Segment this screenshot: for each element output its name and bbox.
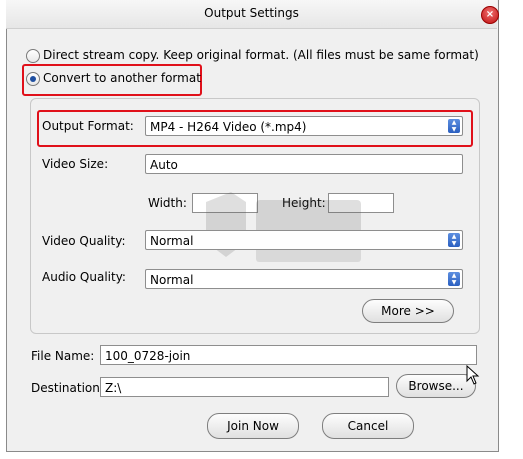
video-quality-select[interactable]: Normal ▲ ▼ [145, 230, 463, 250]
audio-quality-label: Audio Quality: [42, 270, 126, 284]
more-button[interactable]: More >> [362, 299, 454, 323]
audio-quality-select[interactable]: Normal ▲ ▼ [145, 269, 463, 289]
output-format-select[interactable]: MP4 - H264 Video (*.mp4) ▲ ▼ [145, 116, 463, 136]
join-now-button[interactable]: Join Now [207, 413, 299, 439]
video-size-select[interactable]: Auto [145, 154, 463, 174]
output-format-value: MP4 - H264 Video (*.mp4) [150, 120, 307, 134]
video-size-label: Video Size: [42, 157, 109, 171]
output-format-label: Output Format: [42, 119, 134, 133]
close-icon[interactable]: × [481, 6, 499, 24]
select-arrows-icon: ▲ ▼ [448, 233, 460, 247]
cancel-button[interactable]: Cancel [322, 413, 414, 439]
video-quality-label: Video Quality: [42, 234, 126, 248]
destination-label: Destination: [31, 381, 104, 395]
file-name-input[interactable]: 100_0728-join [100, 345, 477, 365]
watermark-logo [206, 192, 361, 262]
browse-button[interactable]: Browse... [396, 374, 476, 398]
radio-convert[interactable] [26, 72, 40, 86]
file-name-label: File Name: [31, 349, 95, 363]
title-bar: Output Settings × [6, 0, 499, 29]
mouse-cursor-icon [466, 365, 480, 385]
video-size-value: Auto [150, 158, 178, 172]
width-label: Width: [148, 196, 187, 210]
audio-quality-value: Normal [150, 273, 194, 287]
video-quality-value: Normal [150, 234, 194, 248]
radio-direct-copy-label[interactable]: Direct stream copy. Keep original format… [43, 48, 479, 62]
select-arrows-icon: ▲ ▼ [448, 119, 460, 133]
window-title: Output Settings [204, 6, 299, 20]
destination-input[interactable]: Z:\ [100, 377, 389, 397]
radio-convert-label[interactable]: Convert to another format [43, 71, 201, 85]
select-arrows-icon: ▲ ▼ [448, 272, 460, 286]
radio-direct-copy[interactable] [26, 49, 40, 63]
